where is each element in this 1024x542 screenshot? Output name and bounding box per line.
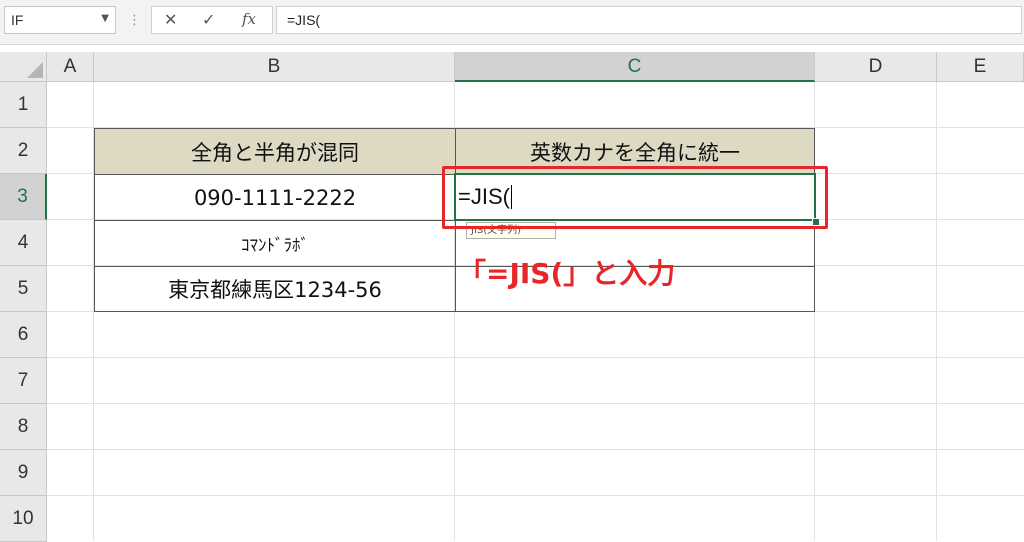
column-header-b[interactable]: B xyxy=(94,52,455,82)
cell-b2[interactable]: 全角と半角が混同 xyxy=(94,128,456,175)
select-all-button[interactable] xyxy=(0,52,47,82)
cancel-icon[interactable]: ✕ xyxy=(164,10,177,29)
highlight-box xyxy=(442,166,828,229)
gridline xyxy=(47,495,1024,496)
formula-bar: IF ▼ ⋮ ✕ ✓ fx =JIS( xyxy=(0,0,1024,45)
row-header-7[interactable]: 7 xyxy=(0,358,47,404)
chevron-down-icon[interactable]: ▼ xyxy=(101,13,109,24)
name-box[interactable]: IF ▼ xyxy=(4,6,116,34)
row-header-5[interactable]: 5 xyxy=(0,266,47,312)
cell-b4[interactable]: ｺﾏﾝﾄﾞﾗﾎﾞ xyxy=(94,220,456,267)
column-header-a[interactable]: A xyxy=(47,52,94,82)
gridline xyxy=(47,449,1024,450)
row-header-1[interactable]: 1 xyxy=(0,82,47,128)
drag-handle-icon[interactable]: ⋮ xyxy=(128,13,141,28)
name-box-value: IF xyxy=(11,12,24,28)
insert-function-icon[interactable]: fx xyxy=(242,10,256,28)
formula-input[interactable]: =JIS( xyxy=(276,6,1022,34)
row-header-10[interactable]: 10 xyxy=(0,496,47,542)
row-header-4[interactable]: 4 xyxy=(0,220,47,266)
row-header-2[interactable]: 2 xyxy=(0,128,47,174)
formula-value: =JIS( xyxy=(287,12,321,28)
column-header-d[interactable]: D xyxy=(815,52,937,82)
gridline xyxy=(47,357,1024,358)
cell-b5[interactable]: 東京都練馬区1234-56 xyxy=(94,266,456,312)
annotation-text: 「=JIS(」と入力 xyxy=(458,257,676,290)
row-header-3[interactable]: 3 xyxy=(0,174,47,220)
row-header-9[interactable]: 9 xyxy=(0,450,47,496)
column-header-e[interactable]: E xyxy=(937,52,1024,82)
cell-b3[interactable]: 090-1111-2222 xyxy=(94,174,456,221)
column-header-c[interactable]: C xyxy=(455,52,815,82)
enter-icon[interactable]: ✓ xyxy=(202,10,215,29)
gridline xyxy=(47,403,1024,404)
row-header-6[interactable]: 6 xyxy=(0,312,47,358)
worksheet-grid[interactable]: A B C D E 1 2 3 4 5 6 7 8 9 10 全角と半角が混同 … xyxy=(0,52,1024,542)
row-header-8[interactable]: 8 xyxy=(0,404,47,450)
formula-buttons: ✕ ✓ fx xyxy=(151,6,273,34)
